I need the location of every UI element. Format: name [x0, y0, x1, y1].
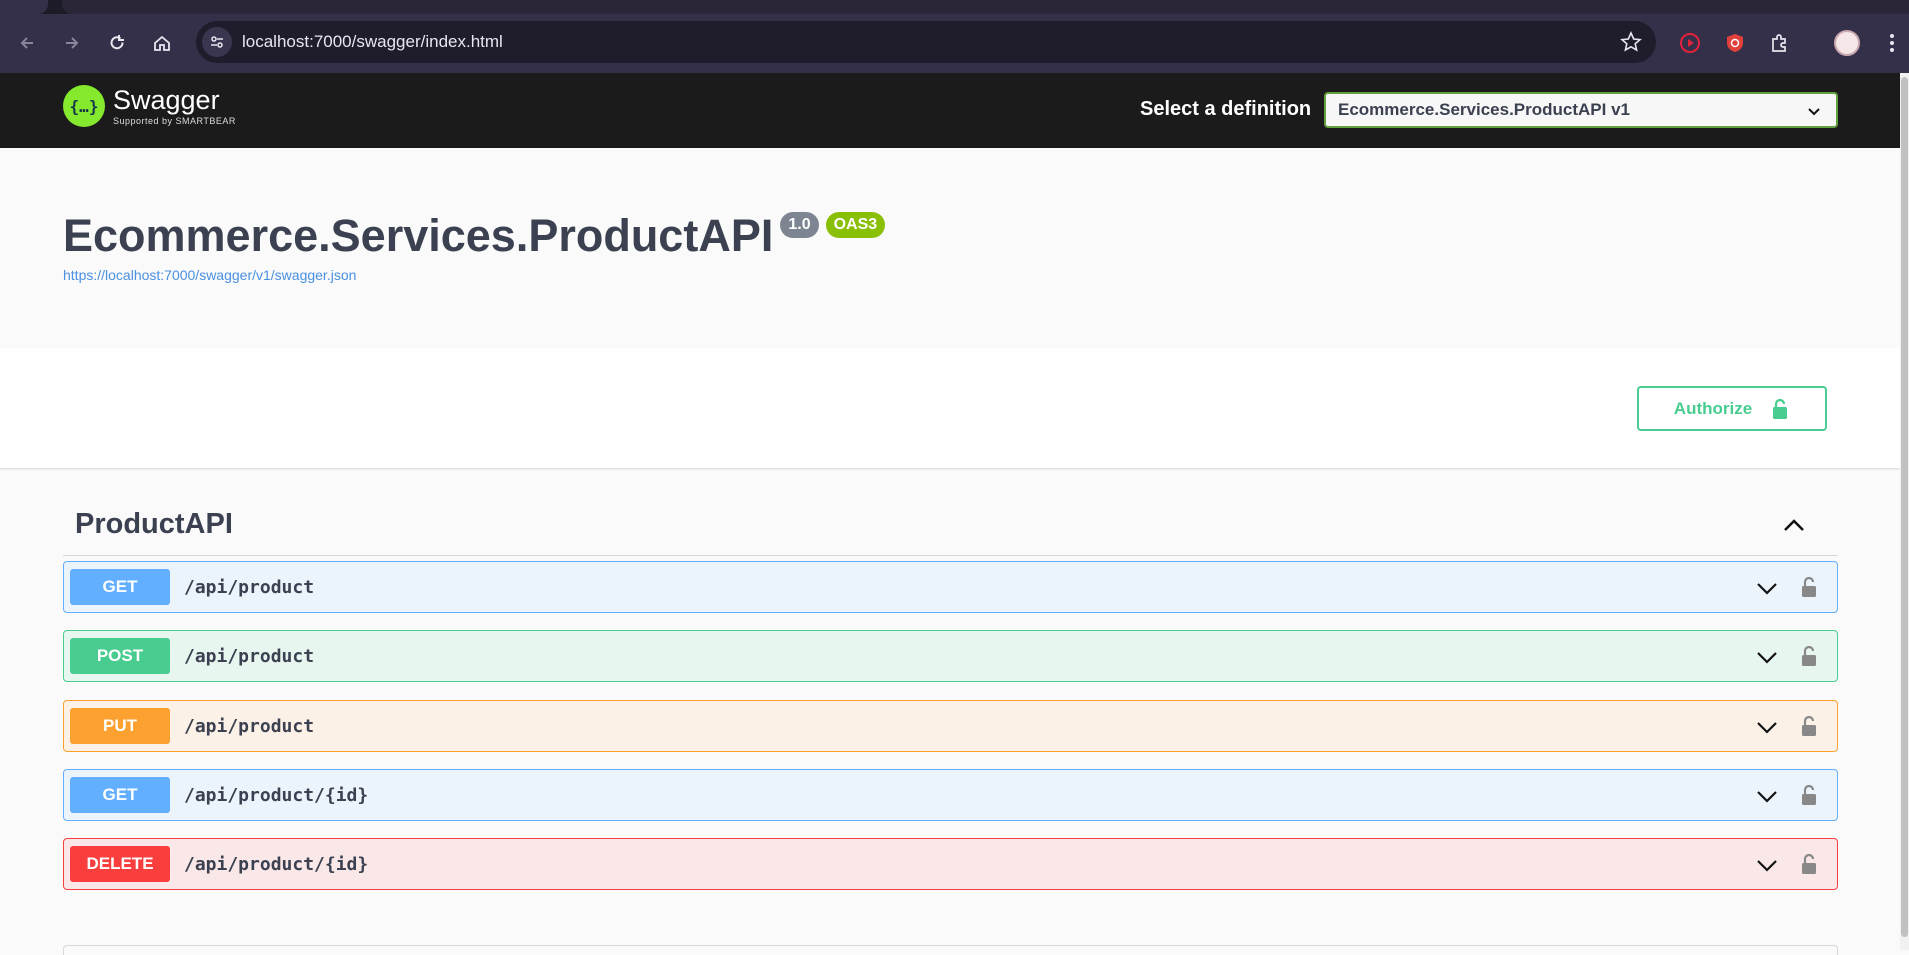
api-title-row: Ecommerce.Services.ProductAPI 1.0 OAS3	[63, 210, 886, 262]
home-icon	[154, 35, 170, 51]
unlock-icon	[1773, 398, 1788, 419]
method-badge: GET	[70, 777, 170, 813]
method-badge: POST	[70, 638, 170, 674]
arrow-right-icon	[66, 37, 79, 49]
extension-shield-button[interactable]	[1720, 28, 1750, 58]
lock-icon[interactable]	[1799, 575, 1819, 599]
operation-path: /api/product	[184, 716, 315, 737]
method-badge: GET	[70, 569, 170, 605]
arrow-left-icon	[20, 37, 33, 49]
browser-menu-button[interactable]	[1877, 28, 1907, 58]
profile-button[interactable]	[1832, 28, 1862, 58]
more-vertical-icon	[1890, 34, 1894, 52]
swagger-logo[interactable]: {…} Swagger Supported by SMARTBEAR	[63, 85, 236, 127]
reload-button[interactable]	[102, 28, 132, 58]
operation-path: /api/product/{id}	[184, 854, 369, 875]
extensions-button[interactable]	[1765, 28, 1795, 58]
authorize-button[interactable]: Authorize	[1637, 386, 1827, 431]
operation-post-api-product[interactable]: POST /api/product	[63, 630, 1838, 682]
chevron-down-icon[interactable]	[1755, 715, 1779, 739]
operation-get-api-product[interactable]: GET /api/product	[63, 561, 1838, 613]
schemas-section-edge	[63, 945, 1838, 955]
operation-put-api-product[interactable]: PUT /api/product	[63, 700, 1838, 752]
method-badge: PUT	[70, 708, 170, 744]
page-scrollbar[interactable]	[1900, 73, 1909, 950]
lock-icon[interactable]	[1799, 783, 1819, 807]
api-info: Ecommerce.Services.ProductAPI 1.0 OAS3 h…	[0, 148, 1900, 348]
puzzle-icon	[1772, 34, 1786, 52]
browser-tab[interactable]	[0, 0, 48, 14]
chevron-down-icon[interactable]	[1755, 853, 1779, 877]
operation-path: /api/product	[184, 646, 315, 667]
scrollbar-thumb[interactable]	[1901, 77, 1908, 937]
lock-icon[interactable]	[1799, 644, 1819, 668]
definition-select-value: Ecommerce.Services.ProductAPI v1	[1338, 100, 1630, 119]
extension-record-button[interactable]	[1675, 28, 1705, 58]
back-button[interactable]	[12, 28, 42, 58]
operation-delete-api-product-id[interactable]: DELETE /api/product/{id}	[63, 838, 1838, 890]
lock-icon[interactable]	[1799, 714, 1819, 738]
avatar	[1834, 30, 1860, 56]
definition-select[interactable]: Ecommerce.Services.ProductAPI v1	[1324, 92, 1838, 128]
home-button[interactable]	[147, 28, 177, 58]
chevron-down-icon	[1808, 108, 1820, 116]
definition-label: Select a definition	[1140, 98, 1312, 120]
browser-tab-strip-bg	[62, 0, 1909, 14]
operation-path: /api/product	[184, 577, 315, 598]
address-bar[interactable]: localhost:7000/swagger/index.html	[196, 21, 1656, 63]
operation-path: /api/product/{id}	[184, 785, 369, 806]
scheme-container: Authorize	[0, 348, 1900, 468]
method-badge: DELETE	[70, 846, 170, 882]
record-extension-icon	[1680, 33, 1700, 53]
authorize-label: Authorize	[1673, 398, 1753, 418]
url-text[interactable]: localhost:7000/swagger/index.html	[242, 32, 503, 52]
tag-name: ProductAPI	[75, 508, 233, 540]
api-title: Ecommerce.Services.ProductAPI	[63, 210, 774, 261]
lock-icon[interactable]	[1799, 852, 1819, 876]
forward-button[interactable]	[57, 28, 87, 58]
tune-icon	[211, 36, 223, 48]
swagger-topbar: {…} Swagger Supported by SMARTBEAR Selec…	[0, 73, 1900, 148]
operation-get-api-product-id[interactable]: GET /api/product/{id}	[63, 769, 1838, 821]
shield-extension-icon	[1727, 34, 1743, 52]
tag-section-productapi[interactable]: ProductAPI	[63, 500, 1838, 556]
chevron-down-icon[interactable]	[1755, 576, 1779, 600]
chevron-down-icon[interactable]	[1755, 784, 1779, 808]
bookmark-star-icon[interactable]	[1620, 31, 1642, 53]
version-badge: 1.0	[780, 212, 819, 238]
swagger-logo-sub: Supported by SMARTBEAR	[113, 116, 236, 126]
swagger-braces-icon: {…}	[63, 85, 105, 127]
swagger-logo-name: Swagger	[113, 85, 220, 115]
reload-icon	[110, 35, 124, 50]
browser-tab-strip	[0, 0, 1909, 14]
spec-url-link[interactable]: https://localhost:7000/swagger/v1/swagge…	[63, 267, 356, 283]
browser-toolbar: localhost:7000/swagger/index.html	[0, 14, 1909, 73]
chevron-up-icon[interactable]	[1780, 512, 1808, 540]
chevron-down-icon[interactable]	[1755, 645, 1779, 669]
oas-badge: OAS3	[825, 212, 886, 238]
site-info-button[interactable]	[202, 27, 232, 57]
